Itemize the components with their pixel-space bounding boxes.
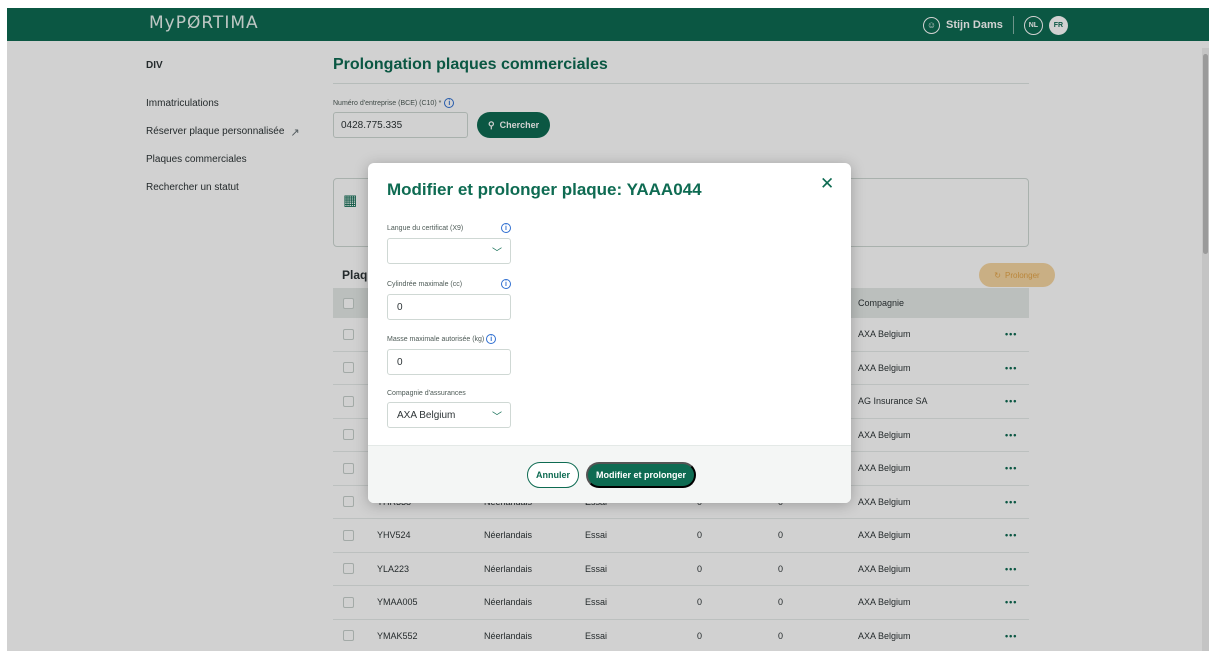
info-icon[interactable]: i	[501, 279, 511, 289]
cancel-button[interactable]: Annuler	[527, 462, 580, 488]
chevron-down-icon: ﹀	[492, 412, 502, 423]
cylindree-input[interactable]: 0	[387, 294, 511, 320]
langue-label: Langue du certificat (X9) i	[387, 223, 511, 233]
masse-label-text: Masse maximale autorisée (kg)	[387, 335, 485, 343]
compagnie-select[interactable]: AXA Belgium ﹀	[387, 402, 511, 428]
langue-select[interactable]: ﹀	[387, 238, 511, 264]
masse-field: Masse maximale autorisée (kg) i 0	[387, 334, 511, 375]
compagnie-value: AXA Belgium	[397, 409, 456, 421]
app-viewport: MyPØRTIMA ☺ Stijn Dams NL FR DIV Immatri…	[7, 8, 1209, 651]
cylindree-label: Cylindrée maximale (cc) i	[387, 279, 511, 289]
compagnie-label-text: Compagnie d'assurances	[387, 390, 466, 397]
langue-field: Langue du certificat (X9) i ﹀	[387, 223, 511, 264]
info-icon[interactable]: i	[501, 223, 511, 233]
close-icon[interactable]: ✕	[820, 174, 834, 194]
info-icon[interactable]: i	[486, 334, 497, 344]
masse-input[interactable]: 0	[387, 349, 511, 375]
cylindree-field: Cylindrée maximale (cc) i 0	[387, 279, 511, 320]
edit-plate-modal: Modifier et prolonger plaque: YAAA044 ✕ …	[368, 163, 851, 503]
masse-label: Masse maximale autorisée (kg) i	[387, 334, 511, 344]
cylindree-label-text: Cylindrée maximale (cc)	[387, 280, 463, 288]
compagnie-field: Compagnie d'assurances AXA Belgium ﹀	[387, 390, 511, 428]
langue-label-text: Langue du certificat (X9)	[387, 224, 464, 232]
compagnie-label: Compagnie d'assurances	[387, 390, 511, 397]
chevron-down-icon: ﹀	[492, 248, 502, 259]
modal-title: Modifier et prolonger plaque: YAAA044	[387, 180, 702, 199]
modal-footer: Annuler Modifier et prolonger	[368, 445, 851, 503]
modify-and-prolong-button[interactable]: Modifier et prolonger	[586, 462, 696, 488]
